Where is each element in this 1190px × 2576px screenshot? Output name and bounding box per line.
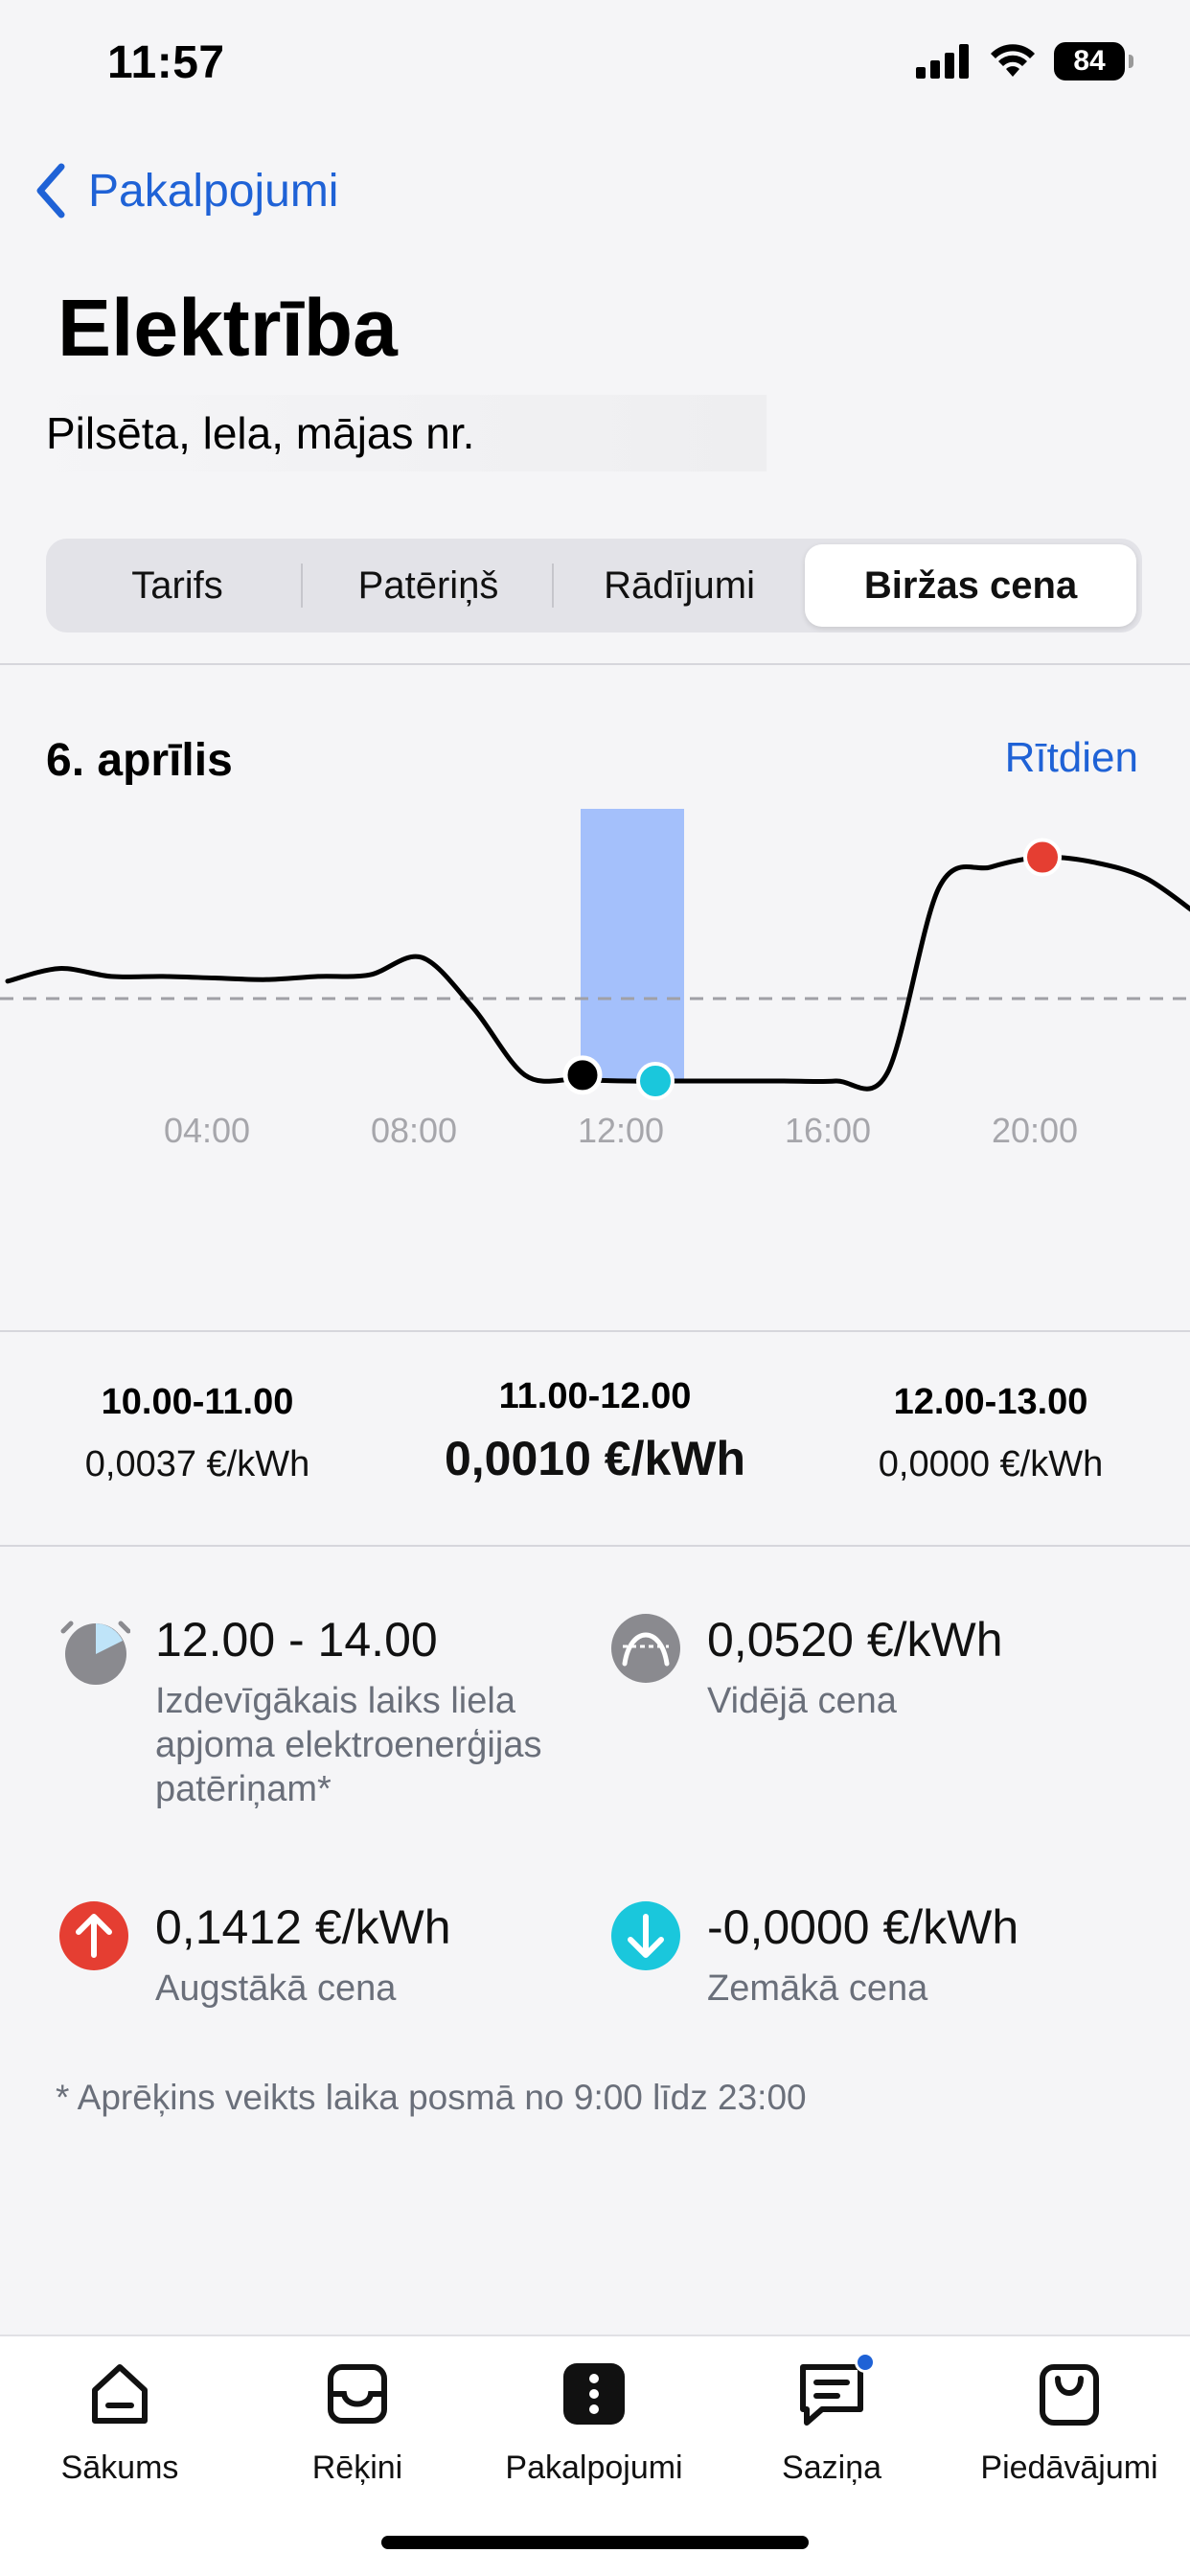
tab-label: Piedāvājumi <box>980 2450 1158 2486</box>
hour-price-prev[interactable]: 10.00-11.00 0,0037 €/kWh <box>15 1382 379 1485</box>
services-icon <box>563 2363 625 2425</box>
stat-value: 0,0520 €/kWh <box>707 1613 1003 1667</box>
stat-best-time: 12.00 - 14.00 Izdevīgākais laiks liela a… <box>57 1612 594 1811</box>
message-icon-wrap <box>793 2352 876 2432</box>
tab-tarifs[interactable]: Tarifs <box>52 544 304 627</box>
hour-price-next[interactable]: 12.00-13.00 0,0000 €/kWh <box>809 1382 1173 1485</box>
average-icon <box>611 1614 680 1683</box>
stat-label: Vidējā cena <box>707 1681 897 1721</box>
tab-label: Pakalpojumi <box>505 2450 683 2486</box>
arrow-down-icon <box>611 1901 680 1970</box>
stat-average: 0,0520 €/kWh Vidējā cena <box>609 1612 1146 1723</box>
tab-label: Sākums <box>60 2450 179 2486</box>
bag-icon <box>1040 2364 1099 2426</box>
chevron-left-icon <box>36 163 65 218</box>
price-chart[interactable]: 04:00 08:00 12:00 16:00 20:00 <box>0 805 1190 1322</box>
hour-price-selected[interactable]: 11.00-12.00 0,0010 €/kWh <box>413 1376 777 1486</box>
home-indicator <box>381 2536 809 2549</box>
selected-point-marker[interactable] <box>562 1055 603 1095</box>
selected-hour-highlight <box>581 809 684 1081</box>
tab-label: Saziņa <box>782 2450 881 2486</box>
divider <box>0 1330 1190 1332</box>
address-label: Pilsēta, lela, mājas nr. <box>29 395 767 472</box>
notification-badge <box>855 2352 876 2373</box>
clock-icon <box>60 1621 130 1685</box>
divider <box>0 663 1190 665</box>
footnote: * Aprēķins veikts laika posmā no 9:00 lī… <box>56 2078 807 2117</box>
min-point-marker <box>636 1062 675 1100</box>
tab-rekini[interactable]: Rēķini <box>297 2356 418 2487</box>
stat-value: 12.00 - 14.00 <box>155 1613 438 1667</box>
home-icon <box>92 2364 148 2424</box>
chart-date: 6. aprīlis <box>46 735 233 786</box>
x-tick-label: 20:00 <box>992 1111 1078 1150</box>
stat-label: Augstākā cena <box>155 1968 397 2009</box>
status-time: 11:57 <box>107 37 225 88</box>
x-tick-label: 04:00 <box>164 1111 250 1150</box>
page-title: Elektrība <box>57 283 398 373</box>
stat-label: Izdevīgākais laiks liela apjoma elektroe… <box>155 1681 542 1809</box>
divider <box>0 1545 1190 1547</box>
tab-sazina[interactable]: Saziņa <box>774 2352 889 2487</box>
stat-label: Zemākā cena <box>707 1968 928 2009</box>
tab-sakums[interactable]: Sākums <box>59 2356 180 2487</box>
tab-birzas-cena[interactable]: Biržas cena <box>805 544 1136 627</box>
x-tick-label: 08:00 <box>371 1111 457 1150</box>
stat-value: -0,0000 €/kWh <box>707 1900 1019 1954</box>
max-point-marker <box>1023 838 1062 877</box>
x-tick-label: 16:00 <box>785 1111 871 1150</box>
hour-price: 0,0037 €/kWh <box>84 1444 310 1484</box>
battery-indicator: 84 <box>1054 42 1133 80</box>
status-icons: 84 <box>916 42 1133 80</box>
back-button[interactable]: Pakalpojumi <box>34 163 338 218</box>
arrow-up-icon <box>59 1901 128 1970</box>
tab-pakalpojumi[interactable]: Pakalpojumi <box>498 2356 690 2487</box>
hour-price: 0,0000 €/kWh <box>878 1444 1104 1484</box>
hour-range: 11.00-12.00 <box>498 1376 692 1416</box>
tab-piedavajumi[interactable]: Piedāvājumi <box>975 2356 1163 2487</box>
tab-label: Rēķini <box>311 2450 403 2486</box>
hour-range: 10.00-11.00 <box>101 1382 294 1422</box>
tab-radijumi[interactable]: Rādījumi <box>554 544 805 627</box>
stat-min-price: -0,0000 €/kWh Zemākā cena <box>609 1899 1146 2011</box>
x-tick-label: 12:00 <box>578 1111 664 1150</box>
hour-range: 12.00-13.00 <box>893 1382 1088 1422</box>
back-label: Pakalpojumi <box>88 165 339 217</box>
inbox-icon <box>328 2364 387 2424</box>
hour-price: 0,0010 €/kWh <box>444 1432 746 1485</box>
stat-value: 0,1412 €/kWh <box>155 1900 451 1954</box>
signal-icon <box>916 44 969 79</box>
tab-paterins[interactable]: Patēriņš <box>303 544 555 627</box>
segmented-control: Tarifs Patēriņš Rādījumi Biržas cena <box>46 539 1142 632</box>
tomorrow-link[interactable]: Rītdien <box>1005 734 1138 782</box>
stat-max-price: 0,1412 €/kWh Augstākā cena <box>57 1899 594 2011</box>
wifi-icon <box>991 44 1035 77</box>
